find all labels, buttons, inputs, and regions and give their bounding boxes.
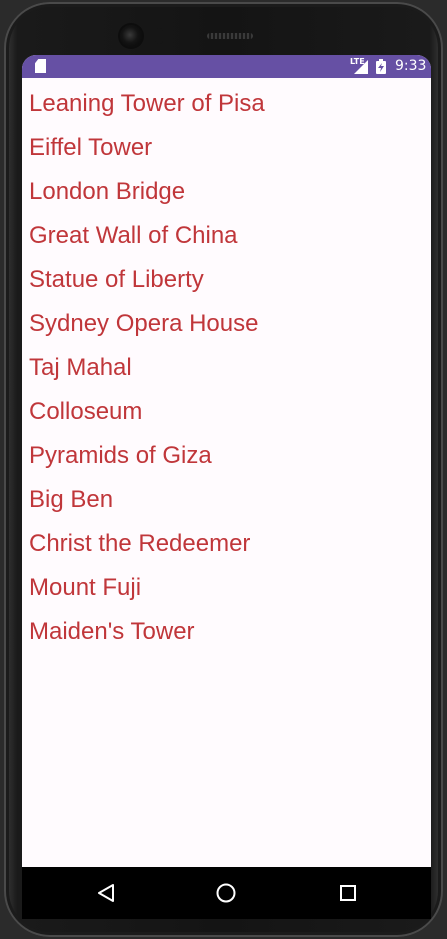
emulator-page: LTE 9:33 Leaning Tower of Pisa Eiffel Tow…: [0, 0, 447, 939]
sd-card-icon: [35, 59, 46, 73]
recents-button[interactable]: [330, 875, 366, 911]
battery-charging-icon: [376, 59, 386, 74]
landmark-list-item[interactable]: London Bridge: [22, 170, 431, 214]
landmark-list-item[interactable]: Sydney Opera House: [22, 302, 431, 346]
proximity-sensor-icon: [155, 28, 163, 44]
navigation-bar: [22, 867, 431, 919]
landmark-list-item[interactable]: Big Ben: [22, 478, 431, 522]
landmark-list-item[interactable]: Pyramids of Giza: [22, 434, 431, 478]
status-time: 9:33: [395, 58, 427, 74]
landmark-list-item[interactable]: Eiffel Tower: [22, 126, 431, 170]
landmark-list-item[interactable]: Statue of Liberty: [22, 258, 431, 302]
status-bar: LTE 9:33: [22, 55, 431, 78]
landmark-list-item[interactable]: Mount Fuji: [22, 566, 431, 610]
landmark-list-item[interactable]: Christ the Redeemer: [22, 522, 431, 566]
home-circle-icon: [216, 883, 236, 903]
landmark-list-item[interactable]: Taj Mahal: [22, 346, 431, 390]
back-triangle-icon: [98, 884, 114, 902]
back-button[interactable]: [88, 875, 124, 911]
network-type-label: LTE: [350, 57, 365, 66]
landmark-list-item[interactable]: Great Wall of China: [22, 214, 431, 258]
app-screen: LTE 9:33 Leaning Tower of Pisa Eiffel Tow…: [22, 55, 431, 915]
landmark-list-item[interactable]: Leaning Tower of Pisa: [22, 82, 431, 126]
front-camera-icon: [120, 25, 142, 47]
landmark-list-item[interactable]: Colloseum: [22, 390, 431, 434]
landmark-list: Leaning Tower of Pisa Eiffel Tower London …: [22, 82, 431, 654]
landmark-list-item[interactable]: Maiden's Tower: [22, 610, 431, 654]
recents-square-icon: [340, 885, 356, 901]
home-button[interactable]: [208, 875, 244, 911]
earpiece-speaker-icon: [207, 33, 253, 39]
